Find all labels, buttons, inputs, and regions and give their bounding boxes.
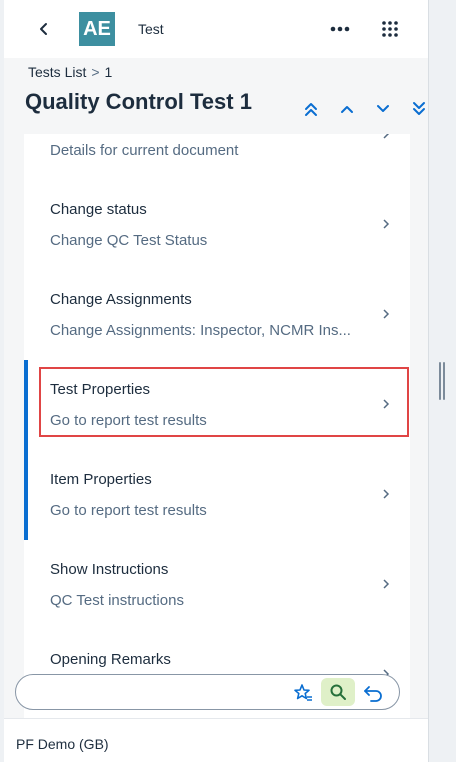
list-item-description: Go to report test results <box>50 502 207 519</box>
list-item-item-properties[interactable]: Item Properties Go to report test result… <box>24 450 410 541</box>
list-item-title: Test Properties <box>50 381 151 398</box>
app-title: Test <box>138 21 164 37</box>
back-button[interactable] <box>32 18 56 40</box>
floating-toolbar[interactable] <box>15 674 400 710</box>
list-item-description: Change Assignments: Inspector, NCMR Ins.… <box>50 322 351 339</box>
list-item[interactable]: Details for current document <box>24 134 410 181</box>
undo-icon <box>364 686 382 702</box>
up-icon <box>341 106 353 113</box>
breadcrumb-link-tests-list[interactable]: Tests List <box>28 64 86 80</box>
list-item-description: Details for current document <box>50 142 239 159</box>
next-record-button[interactable] <box>365 98 401 120</box>
chevron-right-icon <box>380 396 392 412</box>
breadcrumb: Tests List >1 <box>28 64 112 80</box>
previous-record-button[interactable] <box>329 98 365 120</box>
back-arrow-icon <box>40 23 47 35</box>
list-item-description: Go to report test results <box>50 412 207 429</box>
down-icon <box>377 105 389 112</box>
more-dots-icon <box>330 26 350 32</box>
search-button[interactable] <box>321 678 355 706</box>
list-item-description: Change QC Test Status <box>50 232 208 249</box>
double-up-icon <box>305 103 317 116</box>
record-navigation <box>293 98 428 120</box>
app-grid-icon <box>382 21 398 37</box>
last-record-button[interactable] <box>401 98 428 120</box>
breadcrumb-separator: > <box>91 64 100 80</box>
chevron-right-icon <box>380 134 392 142</box>
app-grid-button[interactable] <box>377 16 403 42</box>
undo-button[interactable] <box>362 682 384 704</box>
shell-bar: AE Test <box>4 0 428 58</box>
list-item[interactable]: Change Assignments Change Assignments: I… <box>24 270 410 361</box>
environment-label: PF Demo (GB) <box>16 736 109 752</box>
chevron-right-icon <box>380 306 392 322</box>
app-window: AE Test Tests List >1 Quality Control Tes… <box>4 0 429 762</box>
resize-splitter-handle[interactable] <box>439 362 445 400</box>
list-item[interactable]: Change status Change QC Test Status <box>24 180 410 271</box>
first-record-button[interactable] <box>293 98 329 120</box>
list-item-title: Item Properties <box>50 471 152 488</box>
page-title: Quality Control Test 1 <box>25 89 252 114</box>
more-button[interactable] <box>326 18 354 40</box>
action-list: Details for current document Change stat… <box>24 134 410 718</box>
footer: PF Demo (GB) <box>4 718 428 762</box>
search-icon <box>330 684 346 700</box>
chevron-right-icon <box>380 576 392 592</box>
chevron-right-icon <box>380 216 392 232</box>
list-item-test-properties[interactable]: Test Properties Go to report test result… <box>24 360 410 451</box>
list-item-description: QC Test instructions <box>50 592 184 609</box>
star-list-icon <box>294 684 312 701</box>
breadcrumb-current: 1 <box>104 64 113 80</box>
list-item-title: Change Assignments <box>50 291 192 308</box>
list-item-title: Opening Remarks <box>50 651 171 668</box>
object-header: Tests List >1 Quality Control Test 1 <box>4 58 428 134</box>
star-list-button[interactable] <box>292 682 314 704</box>
list-item-title: Change status <box>50 201 147 218</box>
double-down-icon <box>413 102 425 115</box>
list-item[interactable]: Show Instructions QC Test instructions <box>24 540 410 631</box>
list-item-title: Show Instructions <box>50 561 169 578</box>
app-logo: AE <box>79 12 115 46</box>
chevron-right-icon <box>380 486 392 502</box>
